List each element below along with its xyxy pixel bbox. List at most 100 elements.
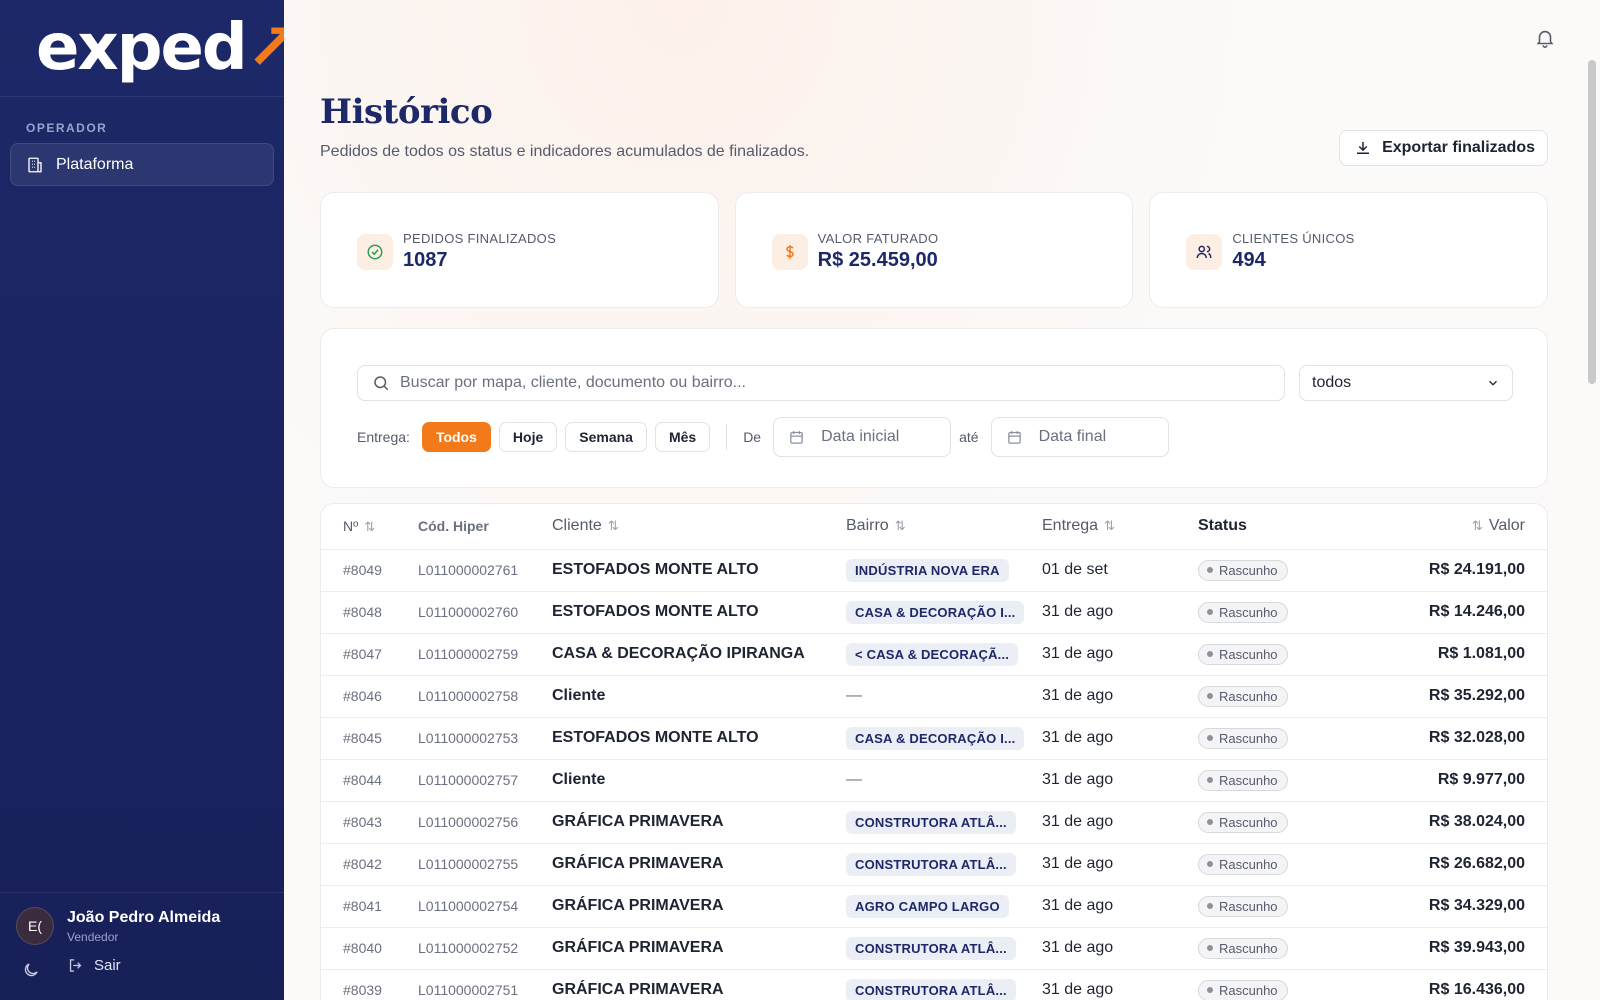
date-to-label: até [959, 429, 979, 445]
row-client: GRÁFICA PRIMAVERA [552, 843, 846, 886]
kpi-value: 1087 [403, 249, 448, 271]
col-valor[interactable]: ⇅ Valor [1353, 504, 1547, 550]
bairro-badge: < CASA & DECORAÇÃ... [846, 642, 1019, 666]
avatar[interactable]: E( [16, 907, 54, 945]
bell-icon[interactable] [1534, 26, 1556, 50]
row-code: L011000002753 [418, 717, 552, 760]
table-row[interactable]: #8046 L011000002758 Cliente — 31 de ago Rascu… [321, 675, 1547, 718]
sidebar-section-label: OPERADOR [26, 121, 108, 135]
kpi-card-faturado: VALOR FATURADO R$ 25.459,00 [734, 192, 1134, 308]
delivery-pill-mes[interactable]: Mês [654, 422, 711, 452]
delivery-pill-todos[interactable]: Todos [421, 422, 491, 452]
kpi-label: VALOR FATURADO [817, 231, 939, 246]
status-dot-icon [1207, 819, 1213, 825]
table-row[interactable]: #8049 L011000002761 ESTOFADOS MONTE ALTO IN… [321, 549, 1547, 592]
row-bairro: INDÚSTRIA NOVA ERA [846, 549, 1042, 592]
status-label: Rascunho [1219, 562, 1278, 578]
row-client: Cliente [552, 675, 846, 718]
logo[interactable]: exped↗ [0, 0, 299, 97]
row-client: GRÁFICA PRIMAVERA [552, 969, 846, 1000]
row-entrega: 31 de ago [1042, 717, 1198, 760]
col-client[interactable]: Cliente ⇅ [552, 504, 846, 550]
logout-button[interactable]: Sair [67, 957, 121, 974]
row-valor: R$ 32.028,00 [1353, 717, 1547, 760]
export-button[interactable]: Exportar finalizados [1339, 130, 1548, 166]
status-dot-icon [1207, 777, 1213, 783]
download-icon [1357, 142, 1370, 154]
date-to-field[interactable]: Data final [990, 417, 1169, 457]
table-row[interactable]: #8041 L011000002754 GRÁFICA PRIMAVERA AGRO … [321, 885, 1547, 928]
row-num: #8048 [321, 591, 418, 634]
status-badge: Rascunho [1198, 811, 1288, 833]
row-code: L011000002758 [418, 675, 552, 718]
status-label: Rascunho [1219, 940, 1278, 956]
col-entrega[interactable]: Entrega ⇅ [1042, 504, 1198, 550]
main-content: Histórico Pedidos de todos os status e i… [284, 0, 1600, 1000]
calendar-icon [790, 430, 803, 444]
chevron-down-icon [1489, 380, 1497, 386]
status-badge: Rascunho [1198, 853, 1288, 875]
logo-wordmark: exped↗ [36, 11, 299, 85]
row-valor: R$ 35.292,00 [1353, 675, 1547, 718]
row-client: GRÁFICA PRIMAVERA [552, 927, 846, 970]
status-dot-icon [1207, 609, 1213, 615]
row-client: GRÁFICA PRIMAVERA [552, 885, 846, 928]
row-entrega: 31 de ago [1042, 801, 1198, 844]
row-entrega: 31 de ago [1042, 843, 1198, 886]
row-entrega: 31 de ago [1042, 591, 1198, 634]
row-code: L011000002757 [418, 759, 552, 802]
row-num: #8047 [321, 633, 418, 676]
table-row[interactable]: #8044 L011000002757 Cliente — 31 de ago Rascu… [321, 759, 1547, 802]
status-dot-icon [1207, 651, 1213, 657]
moon-icon[interactable] [22, 961, 40, 979]
sidebar-item-label: Plataforma [56, 155, 134, 173]
table-header-row: Nº ⇅ Cód. Hiper Cliente ⇅ Bairro ⇅ Entrega ⇅… [321, 504, 1547, 550]
table-row[interactable]: #8042 L011000002755 GRÁFICA PRIMAVERA CONST… [321, 843, 1547, 886]
table-row[interactable]: #8047 L011000002759 CASA & DECORAÇÃO IPIRA… [321, 633, 1547, 676]
delivery-pill-semana[interactable]: Semana [565, 422, 647, 452]
table-row[interactable]: #8045 L011000002753 ESTOFADOS MONTE ALTO CA… [321, 717, 1547, 760]
delivery-pill-hoje[interactable]: Hoje [498, 422, 558, 452]
row-code: L011000002751 [418, 969, 552, 1000]
sort-icon: ⇅ [607, 518, 619, 534]
sidebar-item-plataforma[interactable]: Plataforma [10, 143, 274, 186]
sort-icon: ⇅ [364, 518, 376, 534]
row-bairro: CONSTRUTORA ATLÂ... [846, 927, 1042, 970]
calendar-icon [1007, 430, 1021, 444]
row-bairro: < CASA & DECORAÇÃ... [846, 633, 1042, 676]
col-bairro[interactable]: Bairro ⇅ [846, 504, 1042, 550]
page-title: Histórico [320, 92, 493, 132]
row-num: #8046 [321, 675, 418, 718]
status-dot-icon [1207, 903, 1213, 909]
export-button-label: Exportar finalizados [1382, 139, 1535, 156]
status-select[interactable]: todos [1299, 365, 1513, 401]
col-num[interactable]: Nº ⇅ [321, 504, 418, 550]
row-entrega: 31 de ago [1042, 759, 1198, 802]
search-box[interactable] [357, 365, 1285, 401]
date-from-field[interactable]: Data inicial [773, 417, 952, 457]
row-bairro: CONSTRUTORA ATLÂ... [846, 801, 1042, 844]
scrollbar[interactable] [1588, 60, 1596, 384]
table-row[interactable]: #8039 L011000002751 GRÁFICA PRIMAVERA CONST… [321, 969, 1547, 1000]
status-dot-icon [1207, 945, 1213, 951]
search-input[interactable] [400, 374, 1284, 392]
status-dot-icon [1207, 735, 1213, 741]
row-status: Rascunho [1198, 717, 1353, 760]
filters-panel: todos Entrega: Todos Hoje Semana Mês De … [320, 328, 1548, 488]
kpi-label: CLIENTES ÚNICOS [1232, 231, 1355, 246]
row-code: L011000002759 [418, 633, 552, 676]
table-row[interactable]: #8048 L011000002760 ESTOFADOS MONTE ALTO CA… [321, 591, 1547, 634]
row-code: L011000002756 [418, 801, 552, 844]
table-row[interactable]: #8040 L011000002752 GRÁFICA PRIMAVERA CONST… [321, 927, 1547, 970]
row-client: ESTOFADOS MONTE ALTO [552, 549, 846, 592]
empty-dash: — [846, 771, 862, 788]
row-valor: R$ 39.943,00 [1353, 927, 1547, 970]
bairro-badge: CONSTRUTORA ATLÂ... [846, 978, 1016, 1000]
check-circle-icon [367, 244, 383, 260]
status-badge: Rascunho [1198, 601, 1288, 623]
table-row[interactable]: #8043 L011000002756 GRÁFICA PRIMAVERA CONST… [321, 801, 1547, 844]
row-client: ESTOFADOS MONTE ALTO [552, 717, 846, 760]
kpi-icon-wrapper [1186, 234, 1223, 270]
row-status: Rascunho [1198, 633, 1353, 676]
kpi-icon-wrapper [771, 234, 808, 270]
